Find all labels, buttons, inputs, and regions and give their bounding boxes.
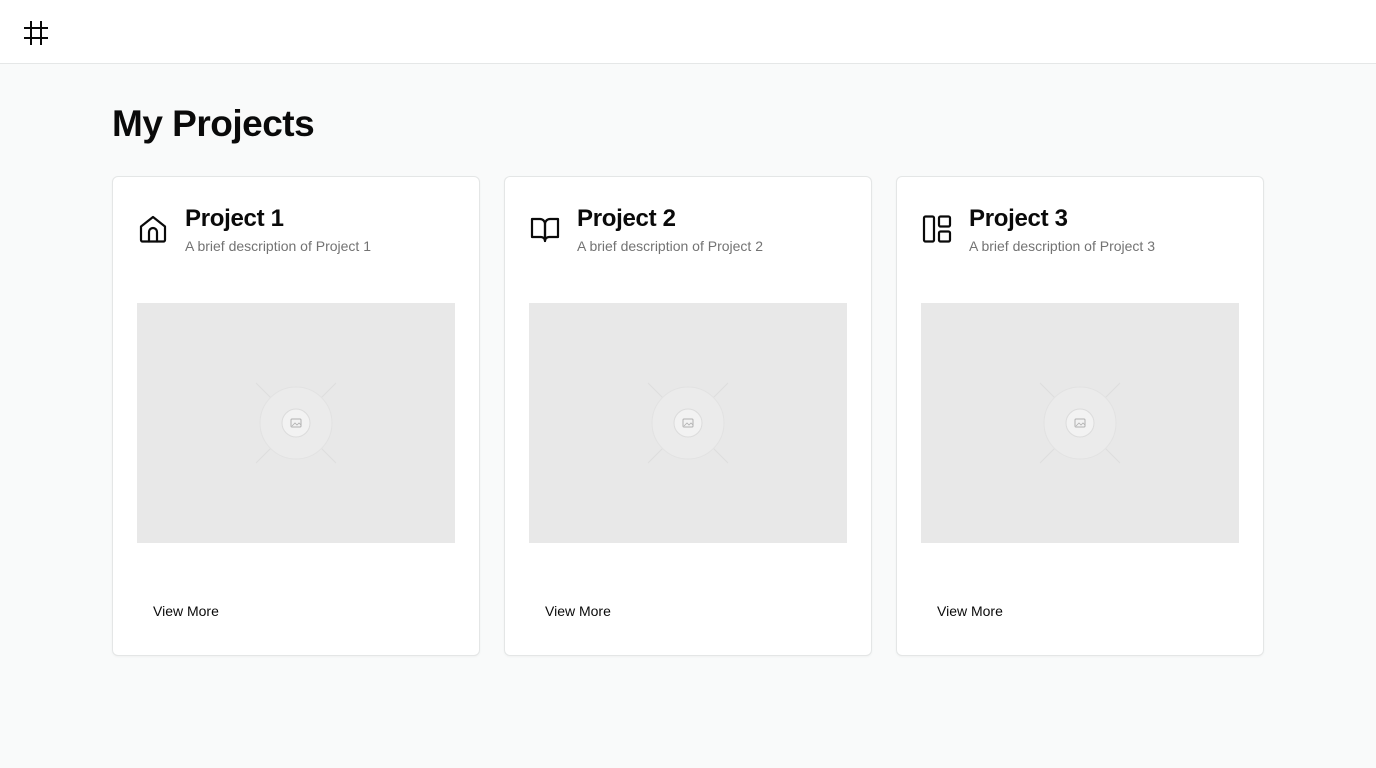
project-title: Project 2: [577, 205, 676, 232]
project-description: A brief description of Project 3: [969, 238, 1155, 254]
project-title: Project 1: [185, 205, 284, 232]
project-card: Project 2 A brief description of Project…: [504, 176, 872, 656]
project-description: A brief description of Project 2: [577, 238, 763, 254]
hash-icon[interactable]: [22, 19, 50, 47]
page-title: My Projects: [112, 103, 315, 144]
book-open-icon: [529, 213, 561, 245]
image-placeholder: [137, 303, 455, 543]
project-card: Project 3 A brief description of Project…: [896, 176, 1264, 656]
project-card: Project 1 A brief description of Project…: [112, 176, 480, 656]
view-more-button[interactable]: View More: [529, 593, 627, 629]
image-placeholder: [921, 303, 1239, 543]
project-title: Project 3: [969, 205, 1068, 232]
image-placeholder: [529, 303, 847, 543]
view-more-button[interactable]: View More: [921, 593, 1019, 629]
home-icon: [137, 213, 169, 245]
layout-panel-icon: [921, 213, 953, 245]
project-description: A brief description of Project 1: [185, 238, 371, 254]
view-more-button[interactable]: View More: [137, 593, 235, 629]
top-navbar: [0, 0, 1376, 64]
